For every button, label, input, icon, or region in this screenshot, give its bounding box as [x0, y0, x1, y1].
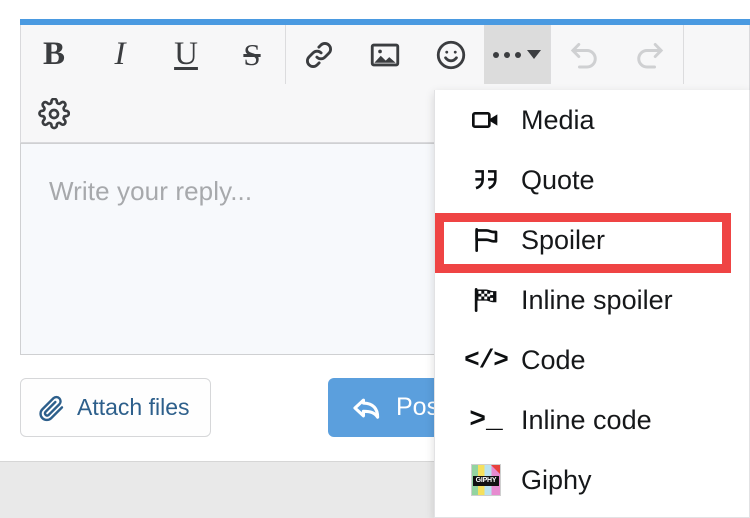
menu-item-media[interactable]: Media	[435, 90, 750, 150]
emoji-button[interactable]	[418, 25, 484, 84]
ellipsis-caret-icon	[493, 50, 541, 59]
attach-files-label: Attach files	[77, 394, 190, 420]
gear-icon	[38, 97, 70, 129]
bold-button[interactable]: B	[21, 25, 87, 84]
more-options-button[interactable]	[484, 25, 550, 84]
toolbar-separator	[683, 25, 684, 84]
paperclip-icon	[39, 395, 64, 421]
menu-item-label: Inline spoiler	[521, 284, 673, 315]
strikethrough-button[interactable]: S	[219, 25, 285, 84]
menu-item-spoiler[interactable]: Spoiler	[435, 210, 750, 270]
reply-arrow-icon	[353, 398, 380, 419]
giphy-logo-icon	[469, 463, 503, 497]
more-options-dropdown: Media Quote Spoiler Inline spoiler </> C…	[434, 90, 750, 518]
strikethrough-icon: S	[243, 37, 261, 72]
menu-item-label: Inline code	[521, 404, 652, 435]
link-icon	[306, 41, 332, 68]
quote-marks-icon	[469, 163, 503, 197]
smiley-icon	[436, 40, 466, 69]
redo-icon	[637, 42, 664, 68]
reply-placeholder-text: Write your reply...	[49, 176, 253, 206]
italic-icon: I	[114, 36, 126, 72]
italic-button[interactable]: I	[87, 25, 153, 84]
terminal-prompt-icon: >_	[469, 404, 503, 436]
underline-button[interactable]: U	[153, 25, 219, 84]
flag-icon	[469, 223, 503, 257]
menu-item-quote[interactable]: Quote	[435, 150, 750, 210]
menu-item-giphy[interactable]: Giphy	[435, 450, 750, 510]
code-brackets-icon: </>	[464, 345, 509, 375]
menu-item-inline-spoiler[interactable]: Inline spoiler	[435, 270, 750, 330]
menu-item-label: Spoiler	[521, 224, 606, 255]
underline-icon: U	[174, 36, 198, 72]
screen: B I U S Write your reply... Attach files…	[0, 0, 750, 518]
image-button[interactable]	[352, 25, 418, 84]
redo-button[interactable]	[617, 25, 683, 84]
image-icon	[370, 43, 400, 66]
link-button[interactable]	[286, 25, 352, 84]
menu-item-label: Media	[521, 104, 595, 135]
menu-item-code[interactable]: </> Code	[435, 330, 750, 390]
settings-button[interactable]	[21, 84, 87, 143]
menu-item-label: Quote	[521, 164, 595, 195]
menu-item-label: Giphy	[521, 464, 592, 495]
menu-item-inline-code[interactable]: >_ Inline code	[435, 390, 750, 450]
attach-files-button[interactable]: Attach files	[20, 378, 211, 437]
checkered-flag-icon	[469, 283, 503, 317]
menu-item-label: Code	[521, 344, 586, 375]
undo-button[interactable]	[551, 25, 617, 84]
undo-icon	[570, 42, 597, 68]
toolbar-row-primary: B I U S	[21, 25, 750, 84]
video-camera-icon	[469, 103, 503, 137]
chevron-down-icon	[527, 50, 541, 59]
bold-icon: B	[42, 36, 65, 72]
